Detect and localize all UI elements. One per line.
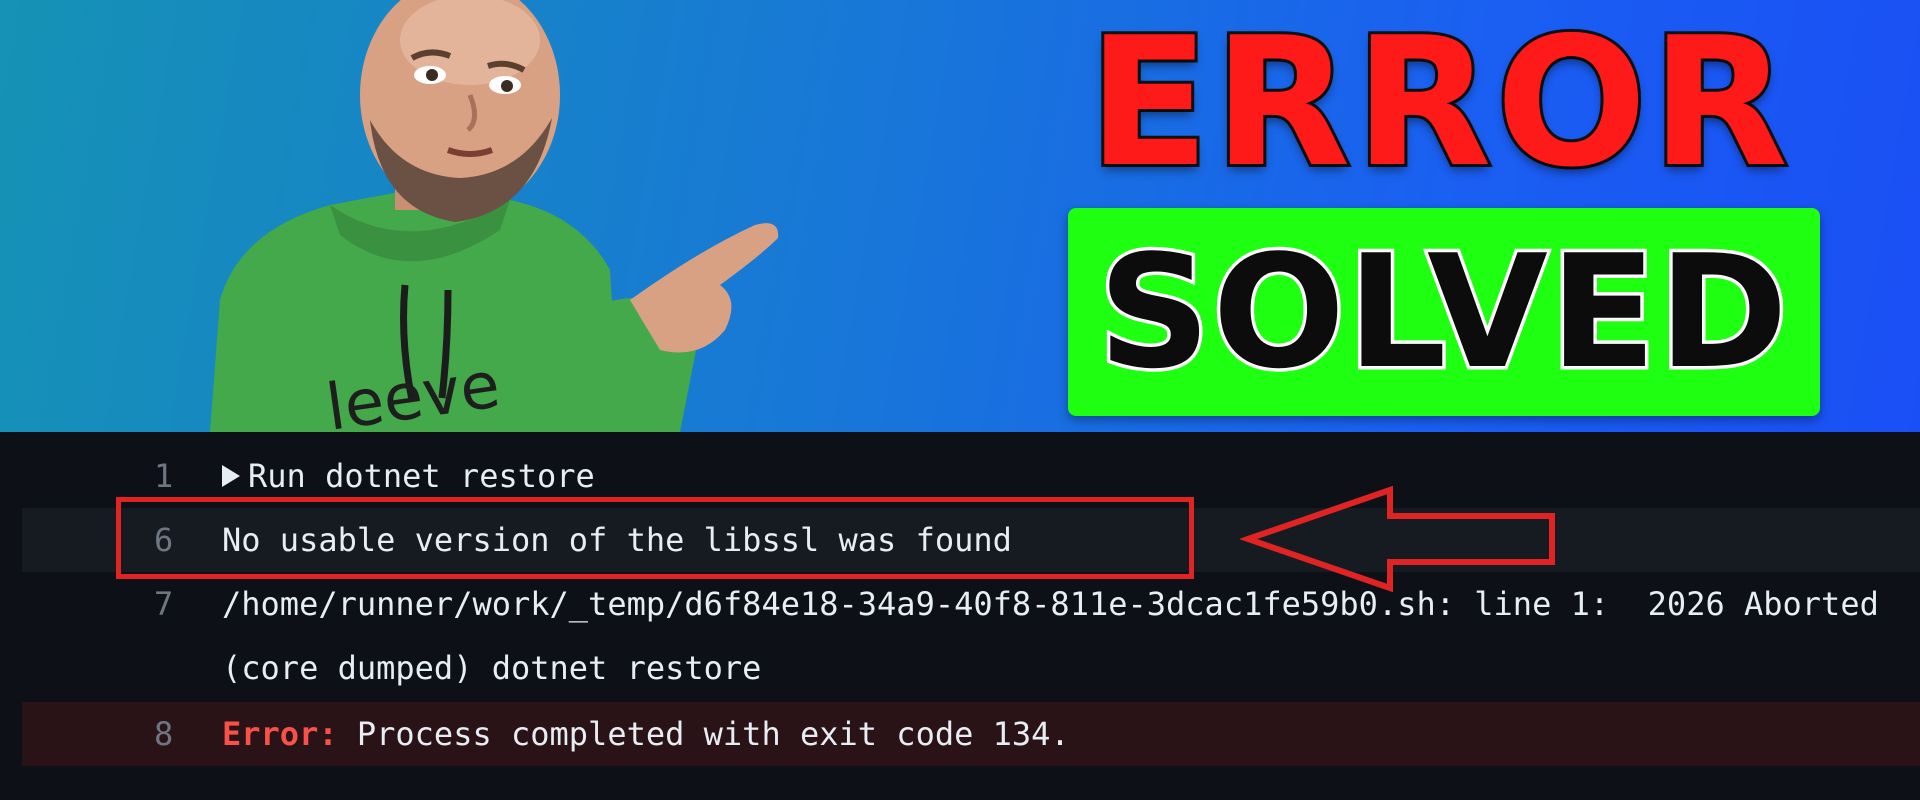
log-text: (core dumped) dotnet restore (222, 649, 762, 687)
log-panel: 1 Run dotnet restore 6 No usable version… (0, 432, 1920, 800)
log-text: Run dotnet restore (248, 457, 595, 495)
line-number: 8 (154, 715, 174, 753)
log-line-error[interactable]: 8 Error: Process completed with exit cod… (22, 702, 1920, 766)
banner: leeve ERROR SOLVED (0, 0, 1920, 432)
title-solved: SOLVED (1095, 221, 1792, 403)
error-label: Error: (222, 715, 338, 753)
log-text: Process completed with exit code 134. (337, 715, 1070, 753)
log-text: /home/runner/work/_temp/d6f84e18-34a9-40… (222, 585, 1879, 623)
log-line-continued[interactable]: (core dumped) dotnet restore (22, 636, 1920, 700)
line-number: 7 (154, 585, 174, 623)
presenter-photo: leeve (210, 0, 779, 432)
solved-badge: SOLVED (1068, 208, 1820, 416)
triangle-right-icon (222, 465, 240, 487)
log-line[interactable]: 7 /home/runner/work/_temp/d6f84e18-34a9-… (22, 572, 1920, 636)
highlight-box (116, 497, 1194, 579)
thumbnail: leeve ERROR SOLVED 1 Run dotnet restore … (0, 0, 1920, 800)
step-toggle[interactable]: Run dotnet restore (222, 457, 595, 495)
title-error: ERROR (1085, 0, 1793, 206)
line-number: 1 (154, 457, 174, 495)
left-arrow-icon (1240, 485, 1555, 593)
